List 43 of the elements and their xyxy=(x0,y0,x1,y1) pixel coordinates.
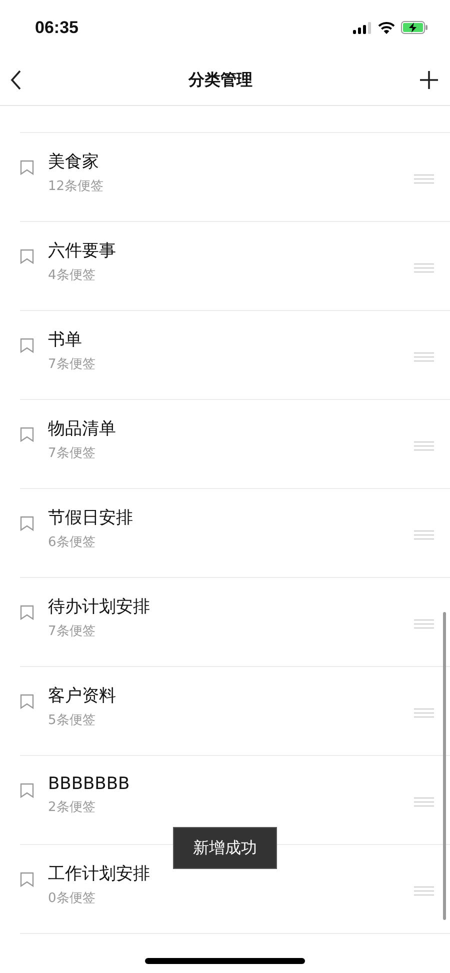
note-count: 7条便签 xyxy=(48,444,96,462)
drag-handle-icon[interactable] xyxy=(414,174,434,184)
category-name[interactable]: 六件要事 xyxy=(48,238,414,262)
drag-handle-icon[interactable] xyxy=(414,797,434,807)
note-count: 5条便签 xyxy=(48,712,96,728)
drag-handle-icon[interactable] xyxy=(414,441,434,451)
bookmark-icon xyxy=(20,426,34,442)
note-count: 12条便签 xyxy=(48,178,105,194)
drag-handle-icon[interactable] xyxy=(414,886,434,896)
bookmark-icon xyxy=(20,782,34,798)
battery-charging-icon xyxy=(401,21,428,34)
bookmark-icon xyxy=(20,604,34,620)
back-icon[interactable] xyxy=(10,70,22,90)
status-time: 06:35 xyxy=(35,18,78,38)
note-count: 0条便签 xyxy=(48,890,96,906)
note-count: 6条便签 xyxy=(48,534,96,550)
note-count: 4条便签 xyxy=(48,266,96,284)
add-icon[interactable] xyxy=(419,70,439,90)
bookmark-icon xyxy=(20,338,34,352)
note-count: 2条便签 xyxy=(48,799,96,816)
category-name[interactable]: 物品清单 xyxy=(48,416,414,440)
page-title: 分类管理 xyxy=(188,70,252,90)
wifi-icon xyxy=(378,22,395,34)
category-name[interactable]: 待办计划安排 xyxy=(48,594,414,618)
signal-icon xyxy=(353,22,372,34)
drag-handle-icon[interactable] xyxy=(414,263,434,273)
drag-handle-icon[interactable] xyxy=(414,708,434,718)
bookmark-icon xyxy=(20,516,34,530)
drag-handle-icon[interactable] xyxy=(414,530,434,540)
category-name[interactable]: 美食家 xyxy=(48,150,414,172)
drag-handle-icon[interactable] xyxy=(414,619,434,629)
note-count: 7条便签 xyxy=(48,356,96,372)
bookmark-icon xyxy=(20,160,34,174)
bookmark-icon xyxy=(20,694,34,708)
bookmark-icon xyxy=(20,248,34,264)
note-count: 7条便签 xyxy=(48,622,96,640)
category-name[interactable]: 节假日安排 xyxy=(48,506,414,528)
toast-message: 新增成功 xyxy=(173,827,277,869)
category-name[interactable]: 书单 xyxy=(48,328,414,350)
category-name[interactable]: BBBBBBB xyxy=(48,774,414,794)
bookmark-icon xyxy=(20,872,34,886)
category-name[interactable]: 客户资料 xyxy=(48,684,414,706)
drag-handle-icon[interactable] xyxy=(414,352,434,362)
